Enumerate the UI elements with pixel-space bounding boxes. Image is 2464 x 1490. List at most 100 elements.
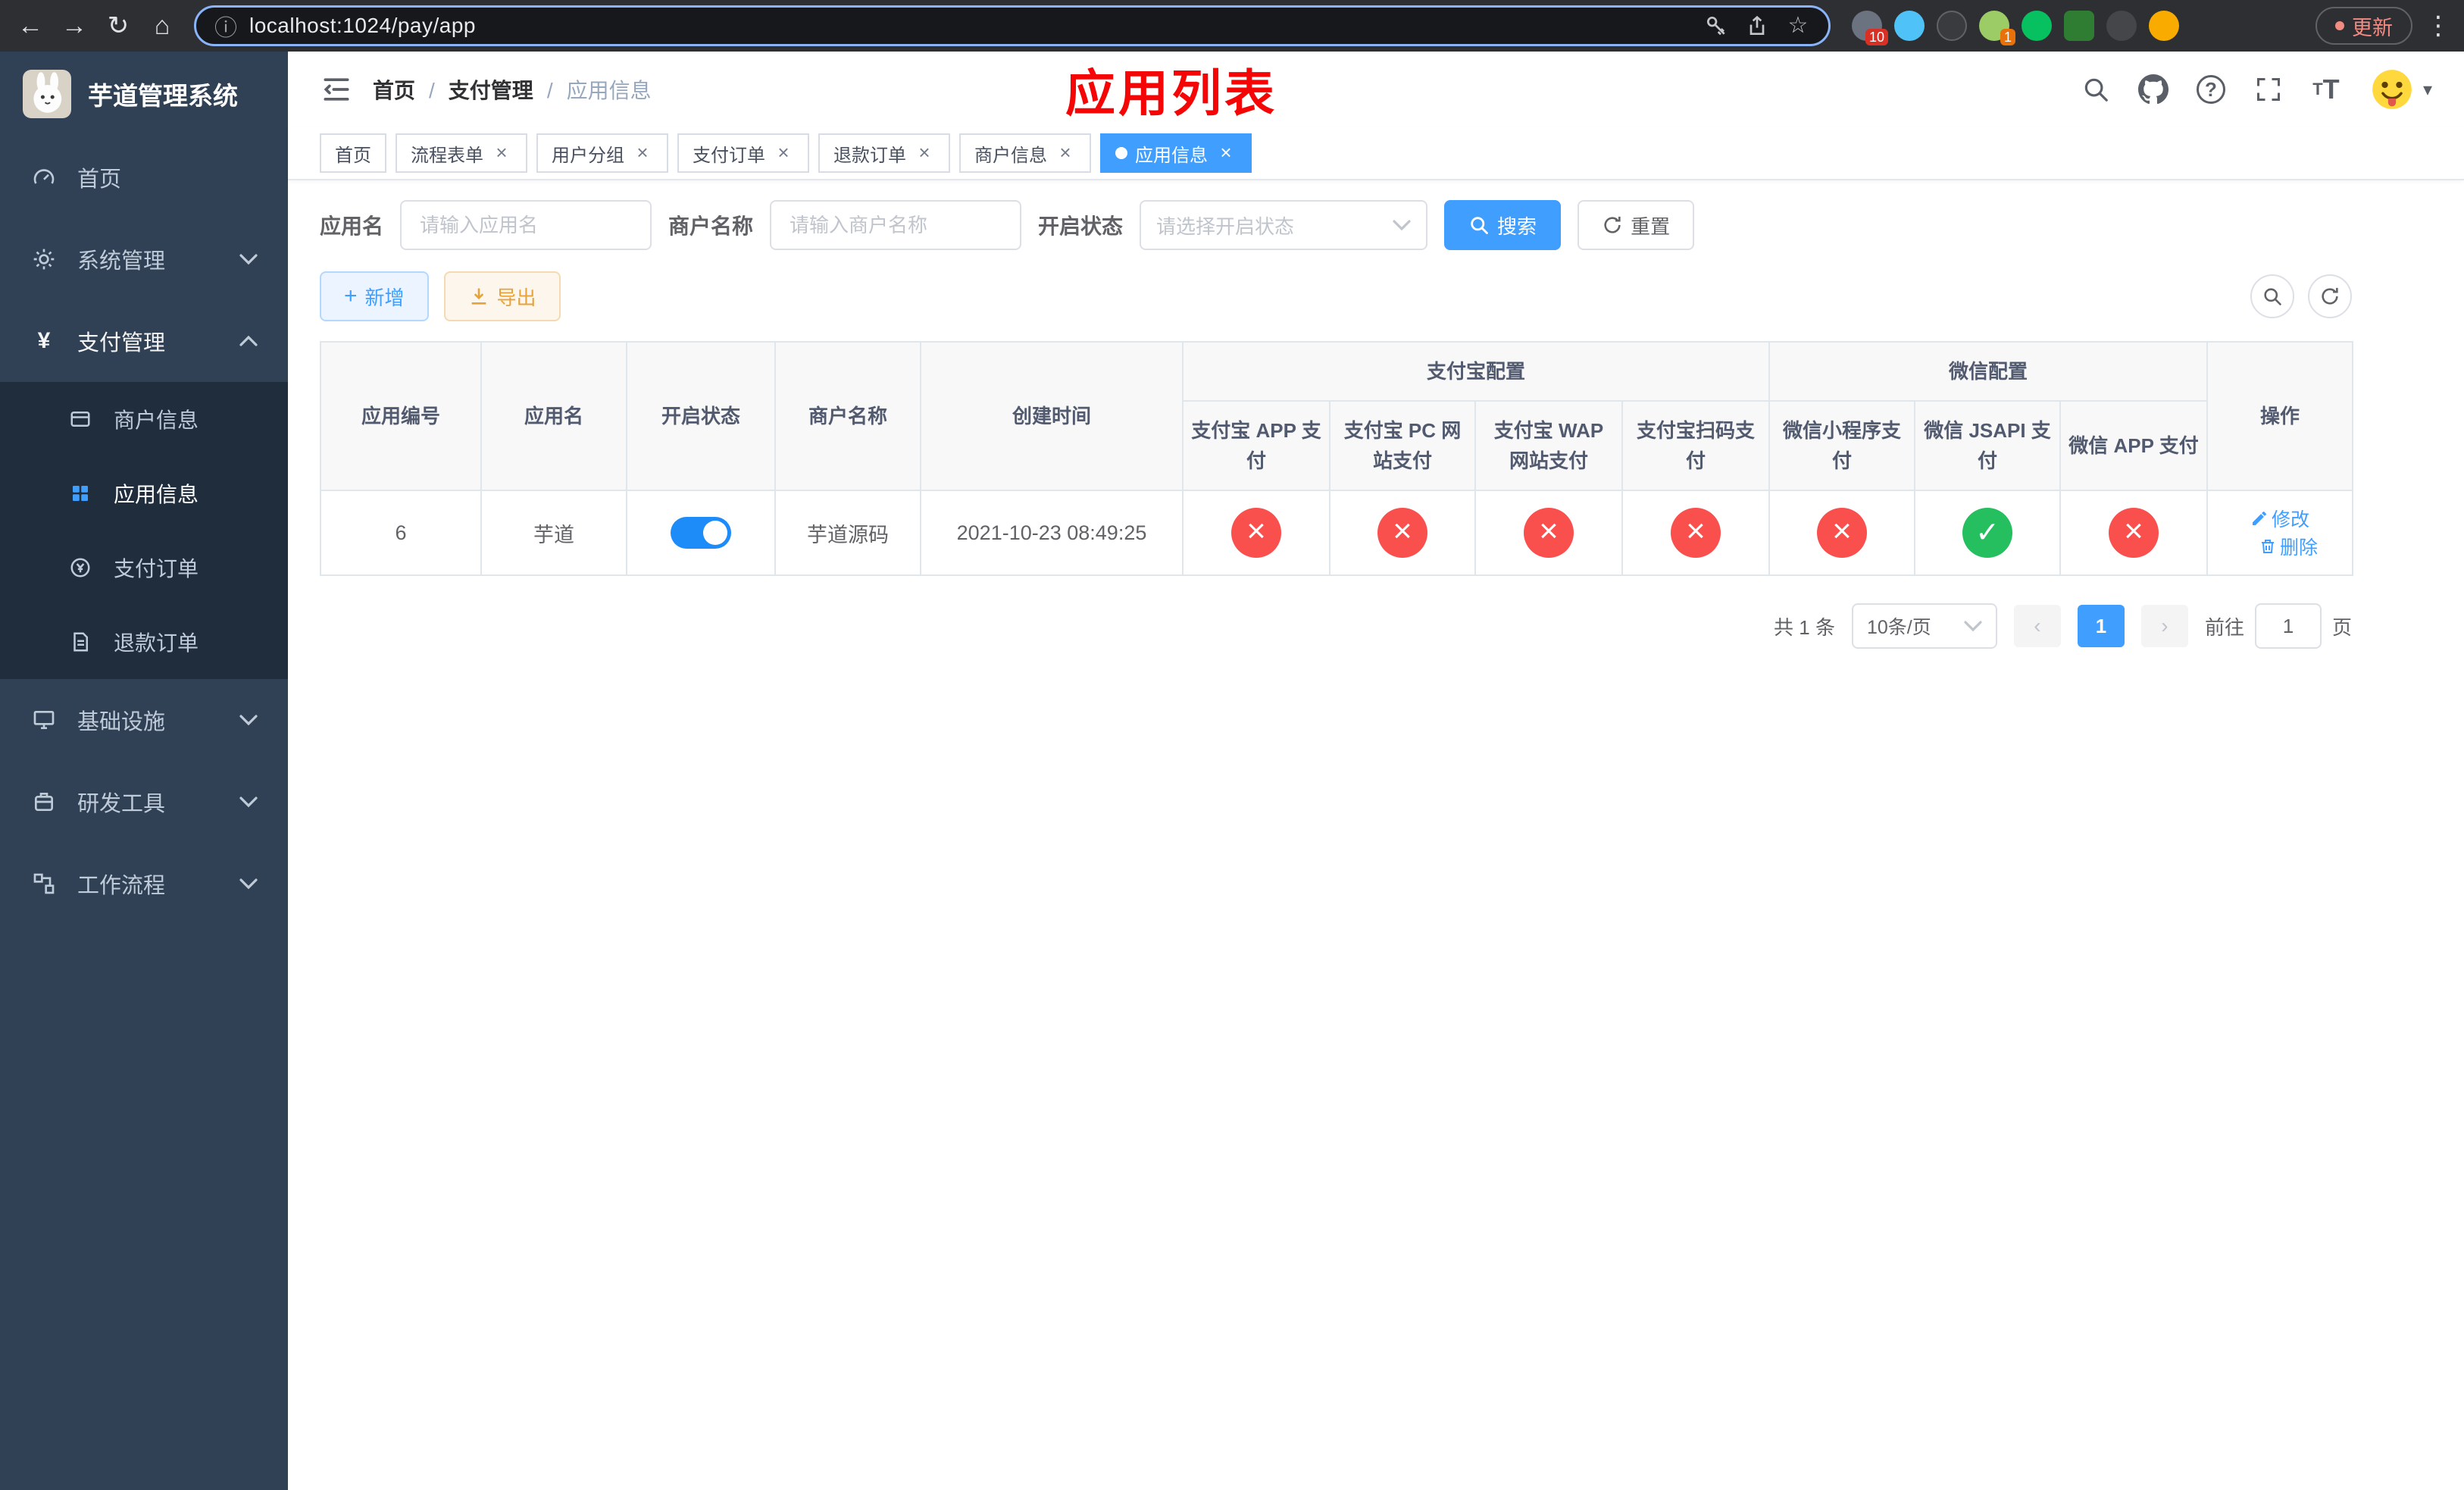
pencil-icon <box>2253 512 2267 525</box>
user-avatar[interactable]: ▾ <box>2368 66 2432 113</box>
merchant-name-label: 商户名称 <box>668 214 754 238</box>
browser-forward-button[interactable]: → <box>55 6 94 45</box>
browser-reload-button[interactable]: ↻ <box>98 6 138 45</box>
extension-icon[interactable] <box>2149 11 2179 41</box>
bookmark-star-icon[interactable]: ☆ <box>1786 14 1810 38</box>
extension-icon[interactable]: 10 <box>1852 11 1888 45</box>
close-icon[interactable]: × <box>491 142 512 164</box>
extension-icon[interactable]: 1 <box>1979 11 2015 45</box>
github-icon[interactable] <box>2137 74 2169 105</box>
export-button[interactable]: 导出 <box>443 271 561 321</box>
close-icon[interactable]: × <box>914 142 935 164</box>
status-label: 开启状态 <box>1038 214 1124 238</box>
status-toggle[interactable] <box>671 517 731 549</box>
hamburger-icon[interactable] <box>320 73 353 106</box>
sidebar-item-infra[interactable]: 基础设施 <box>0 679 288 761</box>
tab-merchant-info[interactable]: 商户信息 × <box>959 133 1091 173</box>
status-select[interactable]: 请选择开启状态 <box>1140 200 1428 250</box>
chevron-down-icon <box>239 878 258 890</box>
grid-icon <box>67 480 94 507</box>
status-cross-icon <box>1377 508 1427 558</box>
pay-order-icon <box>67 554 94 581</box>
tab-process-form[interactable]: 流程表单 × <box>396 133 527 173</box>
extension-icon[interactable] <box>1894 11 1925 41</box>
extension-icon[interactable] <box>2022 11 2052 41</box>
refresh-table-button[interactable] <box>2308 274 2352 318</box>
fullscreen-icon[interactable] <box>2253 74 2284 105</box>
browser-menu-icon[interactable]: ⋮ <box>2423 11 2453 41</box>
add-button[interactable]: + 新增 <box>320 271 429 321</box>
breadcrumb-home[interactable]: 首页 <box>373 74 415 105</box>
site-info-icon[interactable]: ⓘ <box>214 9 237 42</box>
sidebar-item-system[interactable]: 系统管理 <box>0 218 288 300</box>
reset-button[interactable]: 重置 <box>1578 200 1695 250</box>
browser-update-button[interactable]: 更新 <box>2315 7 2412 45</box>
close-icon[interactable]: × <box>773 142 794 164</box>
cell-alipay-wap <box>1474 490 1623 576</box>
extension-icon[interactable] <box>1937 11 1967 41</box>
password-key-icon[interactable] <box>1704 14 1728 38</box>
edit-button[interactable]: 修改 <box>2250 505 2309 532</box>
filter-form: 应用名 商户名称 开启状态 请选择开启状态 搜索 重置 <box>320 200 2352 250</box>
col-alipay-qr: 支付宝扫码支付 <box>1621 400 1771 491</box>
sidebar-item-refund-order[interactable]: 退款订单 <box>0 605 288 679</box>
share-icon[interactable] <box>1745 14 1769 38</box>
help-icon[interactable]: ? <box>2196 74 2226 105</box>
extension-icon[interactable] <box>2106 11 2137 41</box>
sidebar-item-dev-tools[interactable]: 研发工具 <box>0 761 288 843</box>
toolbox-icon <box>30 788 58 815</box>
app-name-input[interactable] <box>400 200 652 250</box>
status-cross-icon <box>2109 508 2159 558</box>
cell-app-id: 6 <box>320 490 482 576</box>
tab-pay-order[interactable]: 支付订单 × <box>677 133 809 173</box>
font-size-icon[interactable]: TT <box>2311 74 2341 105</box>
chevron-down-icon <box>1964 621 1982 632</box>
goto-label: 前往 <box>2204 615 2244 639</box>
sidebar-item-home[interactable]: 首页 <box>0 136 288 218</box>
search-button[interactable]: 搜索 <box>1444 200 1562 250</box>
page-number-1[interactable]: 1 <box>2077 605 2125 647</box>
payment-submenu: 商户信息 应用信息 支付订单 退款订单 <box>0 382 288 679</box>
page-size-select[interactable]: 10条/页 <box>1851 603 1997 649</box>
extension-badge: 10 <box>1865 29 1888 45</box>
sidebar-item-workflow[interactable]: 工作流程 <box>0 843 288 925</box>
breadcrumb-payment[interactable]: 支付管理 <box>415 74 533 105</box>
col-create-time: 创建时间 <box>920 341 1184 491</box>
extension-icon[interactable] <box>2064 11 2094 41</box>
browser-home-button[interactable]: ⌂ <box>142 6 182 45</box>
chevron-down-icon <box>239 797 258 808</box>
toggle-search-button[interactable] <box>2250 274 2294 318</box>
chevron-down-icon <box>239 254 258 265</box>
total-count: 共 1 条 <box>1774 615 1835 639</box>
delete-button[interactable]: 删除 <box>2259 533 2318 560</box>
browser-back-button[interactable]: ← <box>11 6 50 45</box>
sidebar-item-payment[interactable]: ¥ 支付管理 <box>0 300 288 382</box>
group-wechat-config: 微信配置 <box>1768 341 2209 402</box>
cell-status <box>626 490 776 576</box>
top-navbar: 首页 支付管理 应用信息 应用列表 ? TT <box>288 52 2464 127</box>
tab-app-info[interactable]: 应用信息 × <box>1100 133 1252 173</box>
tab-home[interactable]: 首页 <box>320 133 386 173</box>
close-icon[interactable]: × <box>1055 142 1076 164</box>
sidebar-item-pay-order[interactable]: 支付订单 <box>0 531 288 605</box>
caret-down-icon: ▾ <box>2422 79 2432 100</box>
monitor-icon <box>30 706 58 734</box>
next-page-button[interactable]: › <box>2140 605 2188 647</box>
cell-wechat-lite <box>1768 490 1916 576</box>
close-icon[interactable]: × <box>632 142 653 164</box>
dashboard-icon <box>30 164 58 191</box>
table-row: 6 芋道 芋道源码 2021-10-23 08:49:25 × × × × × … <box>320 490 2354 576</box>
chevron-up-icon <box>239 335 258 346</box>
prev-page-button[interactable]: ‹ <box>2013 605 2061 647</box>
tab-user-group[interactable]: 用户分组 × <box>536 133 668 173</box>
extension-badge: 1 <box>2000 29 2015 45</box>
goto-page-input[interactable] <box>2254 603 2322 649</box>
merchant-name-input[interactable] <box>770 200 1022 250</box>
search-icon[interactable] <box>2081 74 2111 105</box>
close-icon[interactable]: × <box>1215 142 1237 164</box>
sidebar-item-app-info[interactable]: 应用信息 <box>0 456 288 531</box>
address-bar[interactable]: ⓘ localhost:1024/pay/app ☆ <box>194 5 1831 46</box>
tab-refund-order[interactable]: 退款订单 × <box>818 133 950 173</box>
status-cross-icon <box>1671 508 1721 558</box>
sidebar-item-merchant-info[interactable]: 商户信息 <box>0 382 288 456</box>
